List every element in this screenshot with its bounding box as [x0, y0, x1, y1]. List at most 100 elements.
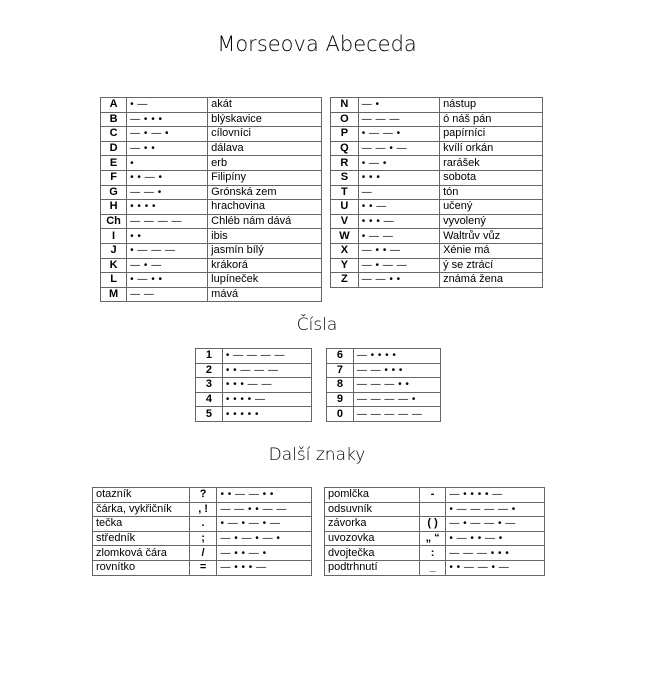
morse-code-cell: • — • — • — [216, 516, 312, 532]
name-cell: podtrhnutí [324, 559, 420, 576]
morse-code-cell: — — • • [357, 272, 441, 288]
mnemonic-cell: ibis [207, 228, 322, 244]
symbol-cell: V [330, 213, 359, 230]
name-cell: rovnítko [92, 559, 190, 576]
mnemonic-cell: lupíneček [207, 272, 322, 288]
morse-code-cell: — [357, 184, 441, 201]
table-row: W • — — Waltrův vůz [330, 228, 543, 244]
symbol-cell: L [99, 272, 128, 288]
morse-code-cell: — • • • • — [445, 487, 545, 503]
character-cell: - [418, 487, 447, 503]
other-chars-table-right: pomlčka - — • • • • — odsuvník • — — — — • zá… [324, 487, 545, 576]
symbol-cell: Y [330, 257, 359, 274]
symbol-cell: 9 [326, 391, 354, 408]
table-row: Q — — • — kvílí orkán [330, 140, 543, 157]
mnemonic-cell: mává [207, 286, 322, 303]
morse-code-cell: — — • • • [352, 362, 442, 379]
morse-code-cell: • — [126, 97, 209, 113]
mnemonic-cell: Xénie má [439, 242, 543, 259]
morse-code-cell: — — — • • [352, 377, 442, 393]
symbol-cell: 2 [195, 362, 223, 379]
morse-code-cell: — • — [126, 257, 209, 274]
symbol-cell: 8 [326, 377, 354, 393]
mnemonic-cell: tón [439, 184, 543, 201]
symbol-cell: R [330, 155, 359, 171]
symbol-cell: C [99, 126, 128, 142]
symbol-cell: K [99, 257, 128, 274]
name-cell: otazník [92, 487, 190, 503]
letters-table-left: A • — akát B — • • • blýskavice C — • — • cílovn… [99, 97, 322, 303]
name-cell: pomlčka [324, 487, 420, 503]
table-row: 3 • • • — — [195, 377, 313, 393]
mnemonic-cell: hrachovina [207, 199, 322, 215]
table-row: P • — — • papírníci [330, 126, 543, 142]
character-cell: / [188, 545, 218, 561]
symbol-cell: N [330, 97, 359, 113]
symbol-cell: X [330, 242, 359, 259]
morse-code-cell: • • • — [357, 213, 441, 230]
mnemonic-cell: ó náš pán [439, 111, 543, 128]
character-cell: ; [188, 530, 218, 547]
morse-code-cell: • • — — • • [216, 487, 312, 503]
name-cell: zlomková čára [92, 545, 190, 561]
mnemonic-cell: kvílí orkán [439, 140, 543, 157]
morse-code-cell: — — • [126, 184, 209, 201]
table-row: rovnítko = — • • • — [92, 559, 312, 576]
name-cell: středník [92, 530, 190, 547]
table-row: 0— — — — — [326, 406, 442, 422]
table-row: dvojtečka: — — — • • • [324, 545, 545, 561]
morse-code-cell: — • — • — • [216, 530, 312, 547]
character-cell: ( ) [418, 516, 447, 532]
morse-code-cell: — • • — [357, 242, 441, 259]
letters-table-right: N — • nástup O — — — ó náš pán P • — — • papírní… [330, 97, 543, 288]
table-row: V • • • — vyvolený [330, 213, 543, 230]
table-row: odsuvník • — — — — • [324, 501, 545, 518]
name-cell: čárka, vykřičník [92, 501, 190, 518]
symbol-cell: E [99, 155, 128, 171]
table-row: pomlčka - — • • • • — [324, 487, 545, 503]
mnemonic-cell: cílovníci [207, 126, 322, 142]
symbol-cell: O [330, 111, 359, 128]
table-row: 2 • • — — — [195, 362, 313, 379]
morse-code-cell: — • • • [126, 111, 209, 128]
morse-code-cell: • • • — — [221, 377, 313, 393]
symbol-cell: B [99, 111, 128, 128]
symbol-cell: P [330, 126, 359, 142]
name-cell: závorka [324, 516, 420, 532]
mnemonic-cell: rarášek [439, 155, 543, 171]
morse-code-cell: • • — — — [221, 362, 313, 379]
symbol-cell: 3 [195, 377, 223, 393]
mnemonic-cell: ý se ztrácí [439, 257, 543, 274]
mnemonic-cell: vyvolený [439, 213, 543, 230]
symbol-cell: 0 [326, 406, 354, 422]
morse-code-cell: • — • [357, 155, 441, 171]
table-row: I • • ibis [99, 228, 322, 244]
morse-code-cell: — • — — • — [445, 516, 545, 532]
table-row: Ch — — — — Chléb nám dává [99, 213, 322, 230]
morse-code-cell: • • — — • — [445, 559, 545, 576]
name-cell: tečka [92, 516, 190, 532]
table-row: čárka, vykřičník, ! — — • • — — [92, 501, 312, 518]
symbol-cell: S [330, 169, 359, 186]
table-row: A • — akát [99, 97, 322, 113]
morse-code-cell: • — — — — [221, 348, 313, 364]
character-cell: . [188, 516, 218, 532]
morse-code-cell: • — • • — • [445, 530, 545, 547]
morse-code-cell: • • [126, 228, 209, 244]
table-row: G — — • Grónská zem [99, 184, 322, 201]
morse-code-cell: — • • — • [216, 545, 312, 561]
table-row: Z — — • • známá žena [330, 272, 543, 288]
numbers-table-right: 6— • • • • 7— — • • • 8— — — • • 9— — — — •… [326, 348, 442, 422]
table-row: S • • • sobota [330, 169, 543, 186]
character-cell: „ “ [418, 530, 447, 547]
mnemonic-cell: nástup [439, 97, 543, 113]
table-row: U • • — učený [330, 199, 543, 215]
morse-code-cell: • • — [357, 199, 441, 215]
table-row: 6— • • • • [326, 348, 442, 364]
character-cell: ? [188, 487, 218, 503]
table-row: 5 • • • • • [195, 406, 313, 422]
table-row: T — tón [330, 184, 543, 201]
table-row: 7— — • • • [326, 362, 442, 379]
name-cell: dvojtečka [324, 545, 420, 561]
symbol-cell: Q [330, 140, 359, 157]
